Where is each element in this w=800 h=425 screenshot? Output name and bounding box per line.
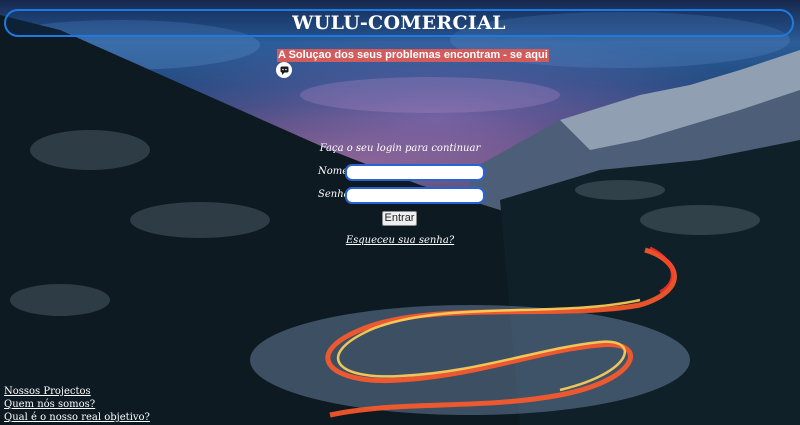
forgot-password-container: Esqueceu sua senha?: [0, 235, 800, 246]
site-title: WULU-COMERCIAL: [292, 12, 506, 34]
password-input[interactable]: [345, 187, 485, 204]
login-button[interactable]: Entrar: [382, 211, 417, 226]
chat-bubble-icon[interactable]: [276, 62, 292, 78]
forgot-password-link[interactable]: Esqueceu sua senha?: [346, 235, 454, 246]
footer-links: Nossos Projectos Quem nós somos? Qual é …: [4, 385, 150, 424]
footer-link-projects[interactable]: Nossos Projectos: [4, 385, 150, 398]
name-input[interactable]: [345, 164, 485, 181]
footer-link-about[interactable]: Quem nós somos?: [4, 398, 150, 411]
slogan-text: A Soluçao dos seus problemas encontram -…: [277, 49, 549, 62]
name-label: Nome: [318, 166, 349, 177]
header-bar: WULU-COMERCIAL: [4, 9, 794, 37]
footer-link-objective[interactable]: Qual é o nosso real objetivo?: [4, 411, 150, 424]
chat-bubble-glyph: [280, 66, 288, 75]
login-prompt: Faça o seu login para continuar: [319, 143, 481, 154]
